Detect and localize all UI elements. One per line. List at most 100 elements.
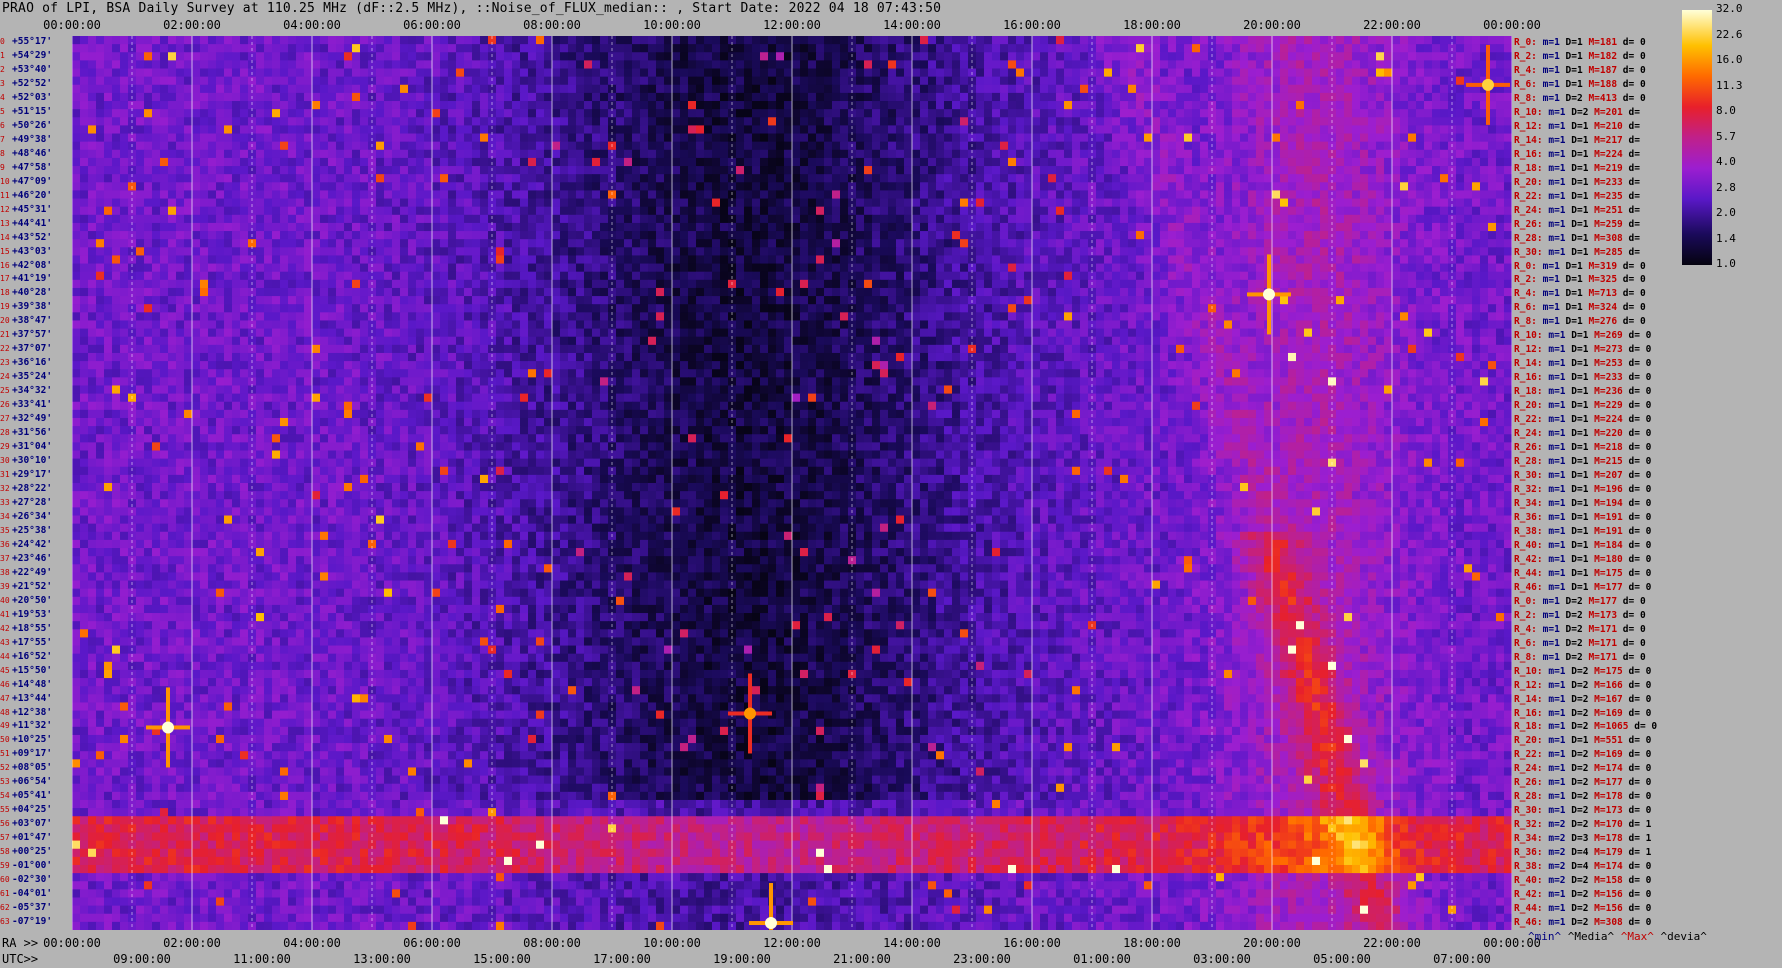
devia-value: d= 0	[1629, 805, 1652, 816]
row-id: R_16:	[1514, 149, 1543, 160]
declination-index: 17	[0, 273, 12, 285]
declination-value: +20°50'	[12, 595, 52, 606]
utc-tick-label: 07:00:00	[1433, 952, 1491, 966]
median-value: D=2	[1566, 610, 1583, 621]
heatmap-plot[interactable]	[71, 36, 1513, 964]
min-value: m=2	[1548, 861, 1565, 872]
devia-value: d= 0	[1629, 484, 1652, 495]
declination-label: 7 +49°38'	[0, 134, 72, 146]
max-value: M=191	[1594, 526, 1623, 537]
min-value: m=1	[1548, 163, 1565, 174]
declination-label: 34 +26°34'	[0, 511, 72, 523]
declination-label: 36 +24°42'	[0, 539, 72, 551]
row-id: R_42:	[1514, 889, 1543, 900]
declination-value: +53°40'	[12, 64, 52, 75]
median-value: D=2	[1566, 93, 1583, 104]
declination-label: 11 +46°20'	[0, 190, 72, 202]
max-value: M=175	[1594, 666, 1623, 677]
stats-row: R_8: m=1 D=2 M=413 d= 0	[1514, 92, 1646, 106]
row-id: R_14:	[1514, 694, 1543, 705]
min-value: m=1	[1548, 205, 1565, 216]
top-tick-label: 08:00:00	[523, 18, 581, 32]
devia-value: d= 0	[1623, 316, 1646, 327]
devia-value: d= 0	[1629, 470, 1652, 481]
max-value: M=210	[1594, 121, 1623, 132]
declination-value: +43°03'	[12, 246, 52, 257]
devia-value: d= 0	[1634, 721, 1657, 732]
median-value: D=2	[1571, 666, 1588, 677]
max-value: M=156	[1594, 903, 1623, 914]
declination-value: +18°55'	[12, 623, 52, 634]
median-value: D=1	[1571, 512, 1588, 523]
stats-row: R_24: m=1 D=1 M=220 d= 0	[1514, 427, 1651, 441]
row-id: R_4:	[1514, 65, 1537, 76]
min-value: m=1	[1543, 51, 1560, 62]
min-value: m=1	[1548, 554, 1565, 565]
declination-label: 63 -07°19'	[0, 916, 72, 928]
stats-row: R_38: m=2 D=4 M=174 d= 0	[1514, 860, 1651, 874]
row-id: R_24:	[1514, 428, 1543, 439]
colorbar-ticks: 32.0 22.6 16.0 11.3 8.0 5.7 4.0 2.8 2.0 1.4 1.0	[1716, 0, 1782, 280]
median-value: D=1	[1571, 484, 1588, 495]
max-value: M=188	[1588, 79, 1617, 90]
top-tick-label: 22:00:00	[1363, 18, 1421, 32]
declination-index: 49	[0, 720, 12, 732]
stats-row: R_28: m=1 D=1 M=215 d= 0	[1514, 455, 1651, 469]
max-value: M=171	[1588, 638, 1617, 649]
row-id: R_18:	[1514, 163, 1543, 174]
row-id: R_12:	[1514, 121, 1543, 132]
declination-value: +38°47'	[12, 315, 52, 326]
devia-value: d= 0	[1629, 777, 1652, 788]
stats-row: R_30: m=1 D=1 M=207 d= 0	[1514, 469, 1651, 483]
median-value: D=2	[1571, 805, 1588, 816]
devia-value: d= 0	[1629, 428, 1652, 439]
max-value: M=187	[1588, 65, 1617, 76]
min-value: m=1	[1548, 777, 1565, 788]
stats-row: R_44: m=1 D=1 M=175 d= 0	[1514, 567, 1651, 581]
max-value: M=220	[1594, 428, 1623, 439]
devia-value: d=	[1629, 163, 1640, 174]
devia-value: d= 0	[1629, 749, 1652, 760]
median-value: D=2	[1571, 791, 1588, 802]
top-ra-axis: 00:00:00 02:00:00 04:00:00 06:00:00 08:00:00…	[0, 18, 1782, 36]
devia-value: d=	[1629, 247, 1640, 258]
declination-value: +32°49'	[12, 413, 52, 424]
colorbar-tick-label: 16.0	[1716, 53, 1743, 66]
min-value: m=1	[1548, 694, 1565, 705]
declination-value: +08°05'	[12, 762, 52, 773]
max-value: M=236	[1594, 386, 1623, 397]
min-value: m=1	[1548, 721, 1565, 732]
min-value: m=1	[1548, 540, 1565, 551]
stats-row: R_18: m=1 D=1 M=236 d= 0	[1514, 385, 1651, 399]
min-value: m=1	[1548, 889, 1565, 900]
declination-value: -02°30'	[12, 874, 52, 885]
colorbar	[1682, 10, 1712, 265]
declination-label: 47 +13°44'	[0, 693, 72, 705]
stats-row: R_20: m=1 D=1 M=229 d= 0	[1514, 399, 1651, 413]
devia-value: d= 1	[1629, 819, 1652, 830]
row-id: R_10:	[1514, 330, 1543, 341]
declination-label: 16 +42°08'	[0, 260, 72, 272]
max-value: M=273	[1594, 344, 1623, 355]
declination-index: 47	[0, 693, 12, 705]
declination-label: 61 -04°01'	[0, 888, 72, 900]
median-value: D=1	[1571, 456, 1588, 467]
declination-label: 30 +30°10'	[0, 455, 72, 467]
devia-value: d= 0	[1629, 344, 1652, 355]
min-value: m=1	[1548, 512, 1565, 523]
min-value: m=1	[1548, 149, 1565, 160]
declination-index: 55	[0, 804, 12, 816]
max-value: M=179	[1594, 847, 1623, 858]
devia-value: d= 0	[1629, 554, 1652, 565]
median-value: D=1	[1571, 344, 1588, 355]
min-value: m=1	[1548, 107, 1565, 118]
median-value: D=1	[1571, 554, 1588, 565]
stats-row: R_40: m=2 D=2 M=158 d= 0	[1514, 874, 1651, 888]
max-value: M=191	[1594, 512, 1623, 523]
row-id: R_20:	[1514, 177, 1543, 188]
row-id: R_44:	[1514, 903, 1543, 914]
declination-index: 6	[0, 120, 12, 132]
max-value: M=235	[1594, 191, 1623, 202]
declination-label: 40 +20°50'	[0, 595, 72, 607]
declination-label: 4 +52°03'	[0, 92, 72, 104]
